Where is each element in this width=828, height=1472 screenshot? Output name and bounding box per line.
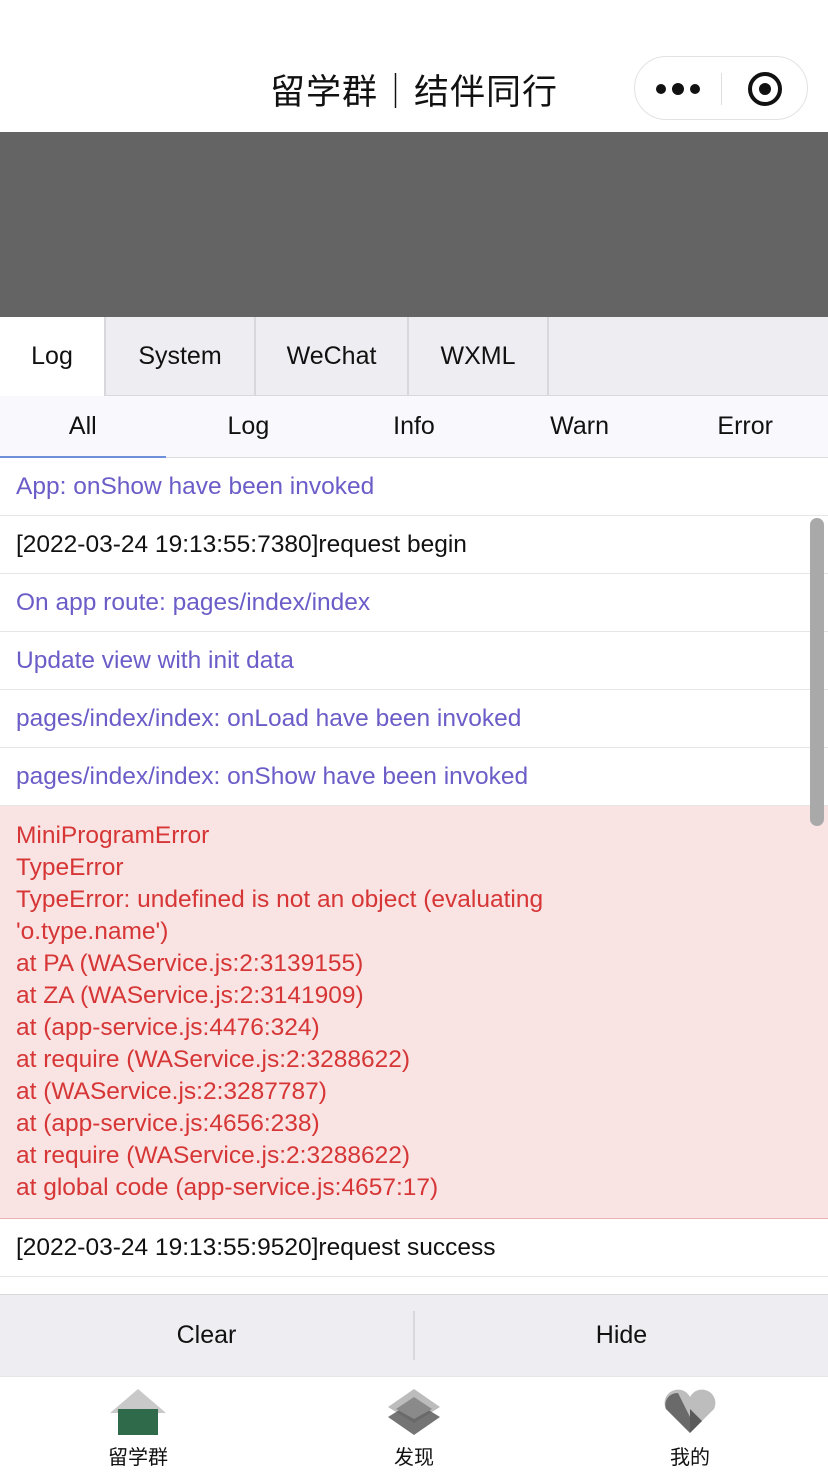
tabbar-item-discover[interactable]: 发现 [276,1377,552,1472]
target-icon [748,72,782,106]
console-toolbar: Clear Hide [0,1294,828,1376]
error-line: at require (WAService.js:2:3288622) [16,1046,410,1073]
layers-icon [388,1389,440,1435]
console-tabs: Log System WeChat WXML [0,317,828,396]
error-line: MiniProgramError [16,822,210,849]
more-dots-icon [690,84,700,94]
error-line: at global code (app-service.js:4657:17) [16,1174,439,1201]
tabbar-item-home[interactable]: 留学群 [0,1377,276,1472]
tab-wechat[interactable]: WeChat [256,317,409,396]
tabbar-item-me[interactable]: 我的 [552,1377,828,1472]
error-line: at ZA (WAService.js:2:3141909) [16,982,364,1009]
heart-icon [664,1389,716,1433]
error-line: TypeError: undefined is not an object (e… [16,886,544,913]
tabbar-label: 我的 [670,1445,710,1469]
clear-button[interactable]: Clear [0,1295,413,1376]
filter-info[interactable]: Info [331,396,497,457]
tab-system[interactable]: System [106,317,256,396]
log-list[interactable]: App: onShow have been invoked [2022-03-2… [0,458,828,1294]
log-row: App: onShow have been invoked [0,458,828,516]
error-line: at (app-service.js:4656:238) [16,1110,320,1137]
error-line: at require (WAService.js:2:3288622) [16,1142,410,1169]
log-row: pages/index/index: onShow have been invo… [0,748,828,806]
error-line: at (WAService.js:2:3287787) [16,1078,327,1105]
error-log-row: MiniProgramError TypeError TypeError: un… [0,806,828,1219]
filter-log[interactable]: Log [166,396,332,457]
log-row: On app route: pages/index/index [0,574,828,632]
log-filter-tabs: All Log Info Warn Error [0,396,828,458]
menu-capsule [634,56,808,120]
close-button[interactable] [722,57,808,121]
hide-button[interactable]: Hide [415,1295,828,1376]
tabbar-label: 留学群 [108,1445,168,1469]
tab-log[interactable]: Log [0,317,106,396]
log-scrollbar[interactable] [810,518,824,826]
home-icon [110,1389,166,1435]
tab-wxml[interactable]: WXML [409,317,549,396]
more-button[interactable] [635,57,721,121]
log-row: [2022-03-24 19:13:55:9520]request succes… [0,1219,828,1277]
log-row: [2022-03-24 19:13:55:7380]request begin [0,516,828,574]
filter-error[interactable]: Error [662,396,828,457]
error-line: at (app-service.js:4476:324) [16,1014,320,1041]
error-line: 'o.type.name') [16,918,169,945]
tabbar-label: 发现 [394,1445,434,1469]
more-dots-icon [672,83,684,95]
filter-all[interactable]: All [0,396,166,458]
error-line: at PA (WAService.js:2:3139155) [16,950,364,977]
log-row: pages/index/index: onLoad have been invo… [0,690,828,748]
more-dots-icon [656,84,666,94]
bottom-tab-bar: 留学群 发现 我的 [0,1376,828,1472]
banner-placeholder [0,132,828,317]
navigation-bar: 留学群｜结伴同行 [0,0,828,132]
log-row: Update view with init data [0,632,828,690]
error-line: TypeError [16,854,124,881]
filter-warn[interactable]: Warn [497,396,663,457]
